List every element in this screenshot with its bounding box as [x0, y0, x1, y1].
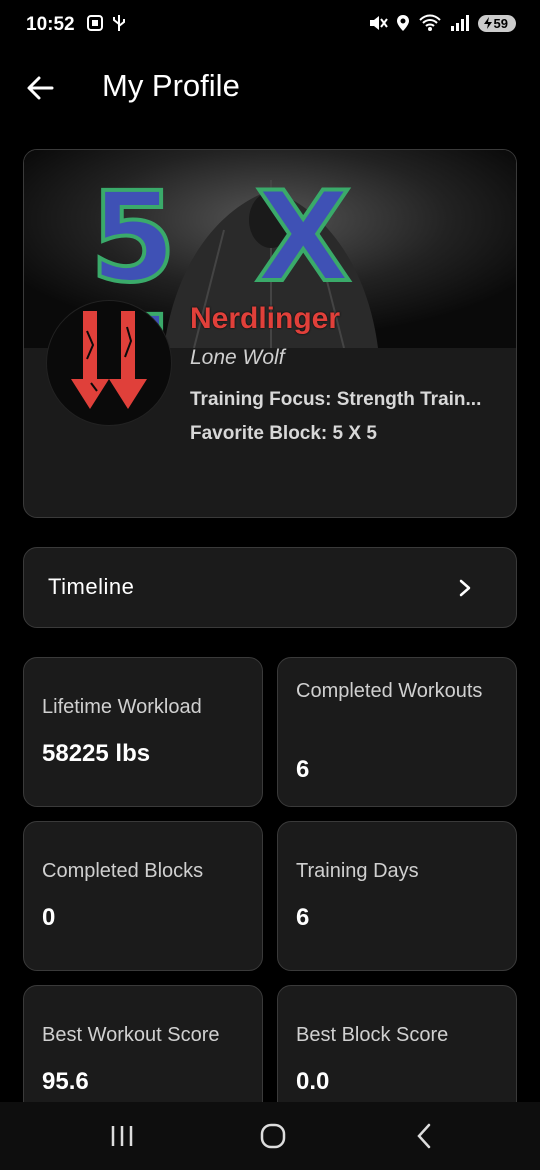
stat-card-completed-blocks: Completed Blocks 0	[23, 821, 263, 971]
charging-icon	[483, 17, 492, 29]
stat-label: Completed Blocks	[42, 860, 204, 882]
profile-card: 5 X 5 Nerdlinger Lone Wolf Training Focu…	[23, 149, 517, 518]
stat-card-training-days: Training Days 6	[277, 821, 517, 971]
back-arrow-icon[interactable]	[24, 72, 56, 104]
stat-card-lifetime-workload: Lifetime Workload 58225 lbs	[23, 657, 263, 807]
battery-indicator: 59	[477, 14, 516, 32]
stat-value: 58225 lbs	[42, 740, 151, 767]
avatar[interactable]	[46, 300, 172, 426]
chevron-right-icon	[459, 579, 471, 597]
recent-apps-icon[interactable]	[110, 1122, 134, 1150]
page-title: My Profile	[102, 68, 240, 103]
usb-icon	[113, 15, 125, 31]
stat-label: Best Workout Score	[42, 1024, 220, 1046]
timeline-row[interactable]: Timeline	[23, 547, 517, 628]
stat-value: 95.6	[42, 1068, 89, 1095]
arrows-down-logo-icon	[71, 311, 147, 409]
stat-value: 6	[296, 904, 310, 931]
stat-label: Best Block Score	[296, 1024, 449, 1046]
stat-label: Completed Workouts	[296, 680, 483, 702]
app-bar: My Profile	[0, 54, 540, 120]
user-title: Lone Wolf	[190, 346, 285, 369]
stat-value: 0	[42, 904, 56, 931]
signal-icon	[450, 15, 469, 31]
status-time: 10:52	[26, 14, 75, 35]
stat-label: Lifetime Workload	[42, 696, 202, 718]
favorite-block: Favorite Block: 5 X 5	[190, 423, 377, 444]
stat-card-completed-workouts: Completed Workouts 6	[277, 657, 517, 807]
screenshot-icon	[87, 15, 103, 31]
system-nav-bar	[0, 1102, 540, 1170]
status-bar: 10:52 59	[0, 0, 540, 54]
back-icon[interactable]	[412, 1122, 436, 1150]
mute-icon	[369, 16, 388, 30]
username: Nerdlinger	[190, 302, 341, 335]
home-icon[interactable]	[259, 1122, 287, 1150]
training-focus: Training Focus: Strength Train...	[190, 389, 482, 410]
stat-label: Training Days	[296, 860, 419, 882]
timeline-label: Timeline	[48, 574, 135, 599]
stat-value: 0.0	[296, 1068, 330, 1095]
stat-value: 6	[296, 756, 310, 783]
battery-level: 59	[493, 15, 508, 31]
location-icon	[396, 15, 409, 31]
wifi-icon	[418, 14, 441, 31]
